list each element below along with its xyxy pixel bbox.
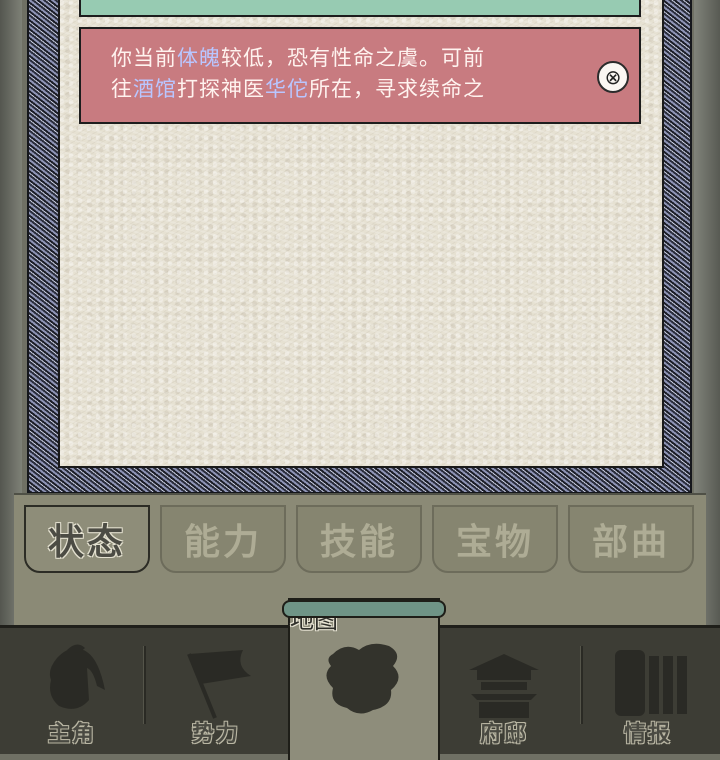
nav-protagonist[interactable]: 主角: [0, 628, 144, 754]
nav-map[interactable]: 地图: [282, 598, 446, 760]
mansion-icon: [469, 654, 539, 718]
notice-text-segment: 你当前: [111, 46, 177, 70]
bottom-nav: 主角 势力 地图 府邸 情报: [0, 598, 720, 760]
nav-mansion[interactable]: 府邸: [432, 628, 576, 754]
notice-link-huatuo[interactable]: 华佗: [265, 77, 309, 101]
nav-intel[interactable]: 情报: [576, 628, 720, 754]
warning-notice: 你当前体魄较低，恐有性命之虞。可前 往酒馆打探神医华佗所在，寻求续命之 ⊗: [79, 27, 641, 124]
notice-text-segment: 较低，恐有性命之虞。可前: [221, 46, 485, 70]
close-icon: ⊗: [604, 65, 622, 89]
tab-skills[interactable]: 技能: [296, 505, 422, 573]
nav-label: 府邸: [479, 721, 528, 747]
notice-link-tavern[interactable]: 酒馆: [133, 77, 177, 101]
tab-ability[interactable]: 能力: [160, 505, 286, 573]
warrior-icon: [49, 644, 105, 709]
nav-faction[interactable]: 势力: [144, 628, 288, 754]
map-icon: [326, 643, 399, 714]
notice-link-physique[interactable]: 体魄: [177, 46, 221, 70]
tab-treasures[interactable]: 宝物: [432, 505, 558, 573]
tab-status[interactable]: 状态: [24, 505, 150, 573]
nav-label: 主角: [47, 721, 96, 747]
notice-text-segment: 所在，寻求续命之: [309, 77, 485, 101]
notice-message: 你当前体魄较低，恐有性命之虞。可前 往酒馆打探神医华佗所在，寻求续命之: [111, 43, 579, 105]
tab-troops[interactable]: 部曲: [568, 505, 694, 573]
nav-label: 势力: [191, 721, 240, 747]
close-button[interactable]: ⊗: [597, 61, 629, 93]
scroll-icon: [615, 650, 687, 716]
nav-map-cap: [282, 600, 446, 618]
notice-text-segment: 打探神医: [177, 77, 265, 101]
top-banner: [79, 0, 641, 17]
nav-label: 情报: [623, 721, 672, 747]
notice-text-segment: 往: [111, 77, 133, 101]
flag-icon: [187, 650, 251, 719]
